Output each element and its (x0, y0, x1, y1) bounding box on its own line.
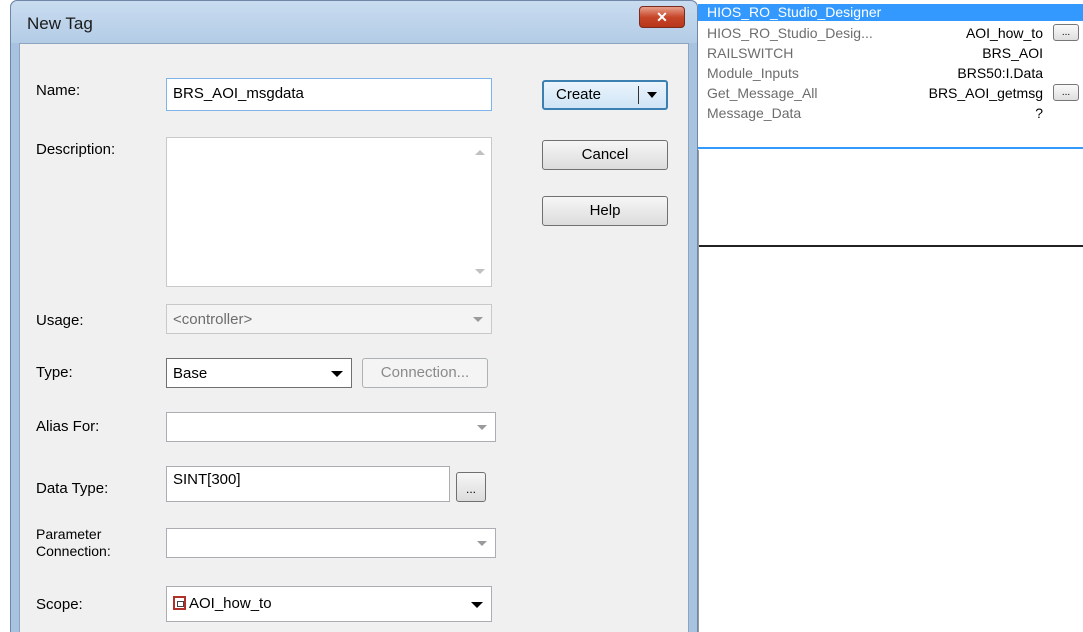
property-value: BRS_AOI_getmsg (928, 85, 1043, 101)
parameter-connection-select[interactable] (166, 528, 496, 558)
help-button[interactable]: Help (542, 196, 668, 226)
chevron-down-icon (477, 425, 487, 430)
data-type-input[interactable]: SINT[300] (166, 466, 450, 502)
dialog-titlebar[interactable]: New Tag ✕ (11, 1, 697, 43)
type-select[interactable]: Base (166, 358, 352, 388)
create-button-label: Create (556, 86, 602, 103)
split-divider (638, 86, 639, 104)
scope-value: AOI_how_to (189, 595, 272, 612)
property-value: BRS50:I.Data (957, 65, 1043, 81)
property-name: RAILSWITCH (707, 45, 794, 61)
property-row[interactable]: Module_Inputs BRS50:I.Data (698, 63, 1083, 83)
usage-label: Usage: (36, 312, 84, 329)
chevron-down-icon (331, 371, 343, 377)
panel-divider (698, 150, 699, 632)
description-scrollbar[interactable] (469, 138, 491, 286)
data-type-browse-button[interactable]: ... (456, 472, 486, 502)
property-name: Module_Inputs (707, 65, 799, 81)
chevron-down-icon (473, 317, 483, 322)
property-name: HIOS_RO_Studio_Desig... (707, 25, 873, 41)
chevron-down-icon (477, 541, 487, 546)
description-textarea[interactable] (166, 137, 492, 287)
chevron-down-icon[interactable] (647, 92, 657, 98)
property-row[interactable]: HIOS_RO_Studio_Desig... AOI_how_to ... (698, 23, 1083, 43)
routine-scope-icon (173, 596, 186, 610)
create-button[interactable]: Create (542, 80, 668, 110)
description-label: Description: (36, 141, 116, 158)
panel-header[interactable]: HIOS_RO_Studio_Designer (698, 4, 1083, 21)
parameter-connection-label: Parameter Connection: (36, 526, 111, 560)
usage-value: <controller> (173, 311, 253, 328)
property-browse-button[interactable]: ... (1053, 84, 1079, 101)
property-value: BRS_AOI (982, 45, 1043, 61)
scroll-up-icon[interactable] (475, 150, 485, 155)
type-value: Base (173, 365, 208, 382)
connection-button[interactable]: Connection... (362, 358, 488, 388)
property-value: AOI_how_to (965, 25, 1043, 41)
parameter-connection-label-line2: Connection: (36, 543, 111, 559)
property-row[interactable]: Message_Data ? (698, 103, 1083, 123)
new-tag-dialog: New Tag ✕ Name: BRS_AOI_msgdata Descript… (10, 0, 698, 632)
parameter-connection-label-line1: Parameter (36, 526, 102, 542)
alias-for-label: Alias For: (36, 418, 100, 435)
properties-panel: HIOS_RO_Studio_Designer HIOS_RO_Studio_D… (698, 0, 1083, 632)
data-type-label: Data Type: (36, 480, 109, 497)
properties-list: HIOS_RO_Studio_Desig... AOI_how_to ... R… (698, 21, 1083, 149)
scope-label: Scope: (36, 596, 83, 613)
property-name: Message_Data (707, 105, 802, 121)
usage-select[interactable]: <controller> (166, 304, 492, 334)
property-row[interactable]: Get_Message_All BRS_AOI_getmsg ... (698, 83, 1083, 103)
panel-separator (698, 245, 1083, 247)
property-row[interactable]: RAILSWITCH BRS_AOI (698, 43, 1083, 63)
scope-select[interactable]: AOI_how_to (166, 586, 492, 622)
property-browse-button[interactable]: ... (1053, 24, 1079, 41)
scroll-down-icon[interactable] (475, 269, 485, 274)
name-input[interactable]: BRS_AOI_msgdata (166, 78, 492, 111)
close-button[interactable]: ✕ (639, 6, 685, 28)
cancel-button[interactable]: Cancel (542, 140, 668, 170)
dialog-title: New Tag (27, 14, 93, 33)
property-value: ? (1035, 105, 1043, 121)
type-label: Type: (36, 364, 73, 381)
name-label: Name: (36, 82, 81, 99)
alias-for-select[interactable] (166, 412, 496, 442)
dialog-client-area: Name: BRS_AOI_msgdata Description: Usage… (19, 43, 689, 632)
chevron-down-icon (471, 602, 483, 608)
property-name: Get_Message_All (707, 85, 818, 101)
